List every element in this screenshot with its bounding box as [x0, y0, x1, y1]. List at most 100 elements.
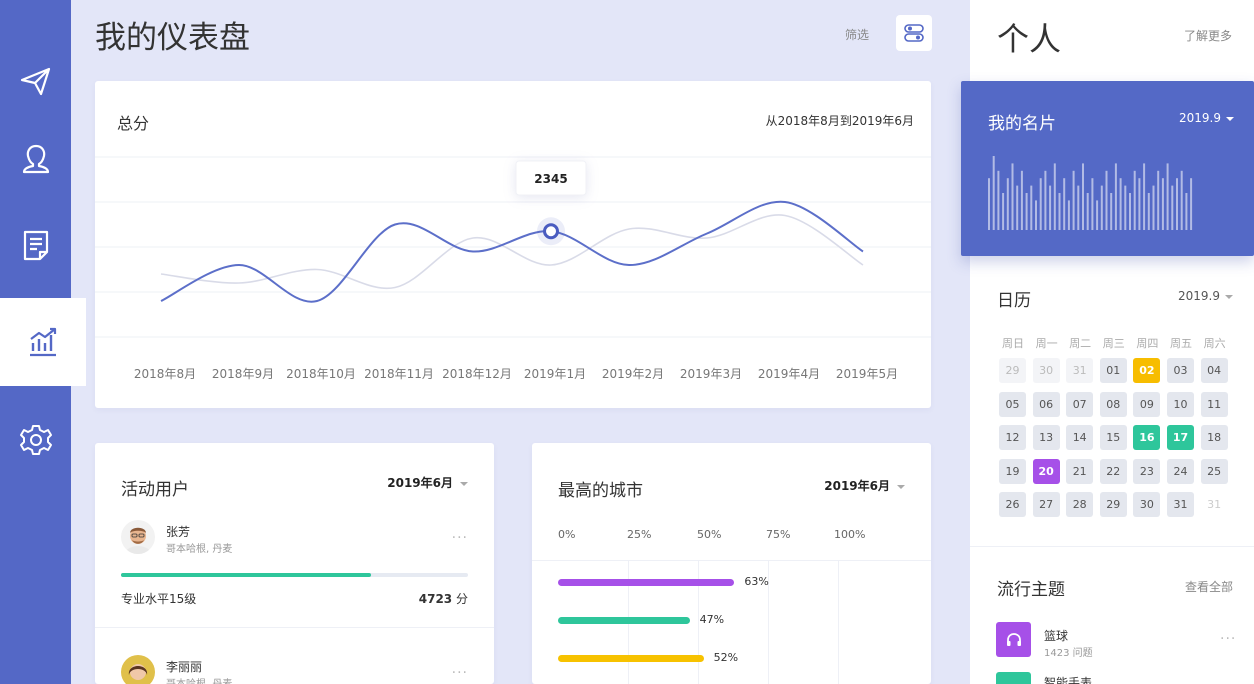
avatar [121, 520, 155, 554]
document-icon [23, 230, 48, 261]
calendar-day[interactable]: 12 [999, 425, 1026, 451]
x-tick-label: 2019年2月 [602, 367, 664, 381]
calendar-day[interactable]: 29 [999, 358, 1026, 383]
topic-name[interactable]: 篮球 [1044, 627, 1068, 644]
sidebar-item-profile[interactable] [0, 115, 71, 203]
user-progress-bar [121, 573, 468, 577]
axis-tick-label: 75% [766, 528, 791, 541]
calendar-day[interactable]: 25 [1200, 458, 1228, 484]
calendar-day[interactable]: 03 [1167, 358, 1194, 383]
weekday-label: 周一 [1035, 337, 1058, 350]
calendar-day[interactable]: 30 [1133, 492, 1161, 518]
active-users-card: 活动用户 2019年6月 张芳 哥本哈根, 丹麦 ··· 专业水平15级 472… [95, 443, 494, 684]
calendar-day[interactable]: 23 [1133, 458, 1161, 484]
line-chart: 2018年8月 2018年9月 2018年10月 2018年11月 2018年12月 20… [95, 156, 931, 381]
more-options-icon[interactable]: ··· [452, 665, 468, 681]
watch-icon[interactable] [996, 672, 1031, 684]
highlight-point[interactable] [543, 223, 559, 240]
calendar-day[interactable]: 15 [1099, 425, 1127, 451]
calendar-day[interactable]: 31 [1066, 358, 1094, 383]
mini-bar [1166, 163, 1169, 230]
sidebar-item-send[interactable] [0, 37, 71, 125]
calendar-day[interactable]: 09 [1133, 391, 1161, 417]
calendar-day[interactable]: 31 [1200, 492, 1228, 518]
sidebar-item-settings[interactable] [0, 396, 71, 484]
view-all-link[interactable]: 查看全部 [1185, 578, 1233, 595]
mini-bar [1020, 170, 1023, 230]
sidebar [0, 0, 86, 684]
calendar-date-select[interactable]: 2019.9 [1178, 289, 1233, 303]
city-bar[interactable] [558, 579, 735, 586]
calendar-day[interactable]: 14 [1066, 425, 1094, 451]
mini-bar [1147, 193, 1150, 230]
x-tick-label: 2018年10月 [286, 367, 356, 381]
calendar-day[interactable]: 07 [1066, 391, 1094, 417]
mini-bar [1114, 163, 1117, 230]
chevron-down-icon [460, 481, 468, 486]
mini-bar [1152, 185, 1155, 230]
filter-label[interactable]: 筛选 [845, 26, 869, 43]
series-line [160, 200, 864, 303]
users-period-select[interactable]: 2019年6月 [387, 474, 468, 491]
topic-name[interactable]: 智能手表 [1044, 674, 1092, 684]
mini-bar [1011, 163, 1014, 230]
calendar-day[interactable]: 31 [1167, 492, 1194, 518]
calendar-day[interactable]: 11 [1200, 391, 1228, 417]
grid-line [838, 560, 839, 684]
calendar-day[interactable]: 19 [999, 458, 1026, 484]
calendar-day[interactable]: 10 [1167, 391, 1194, 417]
more-options-icon[interactable]: ··· [452, 530, 468, 546]
calendar-day[interactable]: 13 [1032, 425, 1060, 451]
calendar-day[interactable]: 02 [1133, 358, 1161, 383]
user-location: 哥本哈根, 丹麦 [166, 675, 232, 684]
mini-bar [1100, 185, 1103, 230]
calendar-day[interactable]: 17 [1167, 425, 1194, 451]
calendar-day[interactable]: 01 [1099, 358, 1127, 383]
calendar-day[interactable]: 27 [1032, 492, 1060, 518]
learn-more-link[interactable]: 了解更多 [1184, 27, 1232, 44]
filter-button[interactable] [896, 15, 932, 51]
mini-bar [1058, 193, 1061, 230]
user-icon [22, 144, 49, 174]
calendar-day[interactable]: 28 [1066, 492, 1094, 518]
x-tick-label: 2019年3月 [680, 367, 742, 381]
calendar-day[interactable]: 18 [1200, 425, 1228, 451]
mini-bar [1044, 170, 1047, 230]
mini-bar [1138, 178, 1141, 230]
calendar-day[interactable]: 16 [1133, 425, 1161, 451]
calendar-day[interactable]: 05 [999, 391, 1026, 417]
topic-count: 1423 问题 [1044, 648, 1093, 659]
calendar-day[interactable]: 24 [1167, 458, 1194, 484]
calendar-day[interactable]: 21 [1066, 458, 1094, 484]
score-chart-card: 2018年8月 2018年9月 2018年10月 2018年11月 2018年12月 20… [95, 81, 931, 408]
sidebar-item-documents[interactable] [0, 201, 71, 289]
weekday-label: 周四 [1136, 337, 1159, 350]
calendar-day[interactable]: 06 [1032, 391, 1060, 417]
user-score-value: 4723 [418, 592, 453, 606]
calendar-day[interactable]: 08 [1099, 391, 1127, 417]
calendar-title: 日历 [997, 291, 1031, 311]
users-card-title: 活动用户 [121, 480, 189, 500]
x-tick-label: 2019年4月 [758, 367, 820, 381]
city-bar[interactable] [558, 617, 690, 624]
headphones-icon[interactable] [996, 622, 1031, 657]
mini-bar [1171, 185, 1174, 230]
sidebar-item-analytics[interactable] [0, 298, 86, 386]
x-tick-label: 2018年11月 [364, 367, 434, 381]
mini-bar [988, 178, 990, 230]
axis-tick-label: 0% [558, 528, 576, 541]
cities-card-title: 最高的城市 [558, 481, 643, 501]
calendar-day[interactable]: 22 [1099, 458, 1127, 484]
more-options-icon[interactable]: ··· [1220, 631, 1236, 647]
calendar-day[interactable]: 04 [1200, 358, 1228, 383]
calendar-day[interactable]: 30 [1032, 358, 1060, 383]
calendar-day[interactable]: 29 [1099, 492, 1127, 518]
city-bar[interactable] [558, 655, 704, 662]
mini-bar [1072, 170, 1075, 230]
calendar-day[interactable]: 20 [1032, 458, 1060, 484]
tooltip-value: 2345 [534, 172, 567, 186]
cities-period-select[interactable]: 2019年6月 [824, 477, 905, 494]
mini-bar [1086, 193, 1089, 230]
page-title: 我的仪表盘 [95, 20, 250, 56]
calendar-day[interactable]: 26 [999, 492, 1026, 518]
